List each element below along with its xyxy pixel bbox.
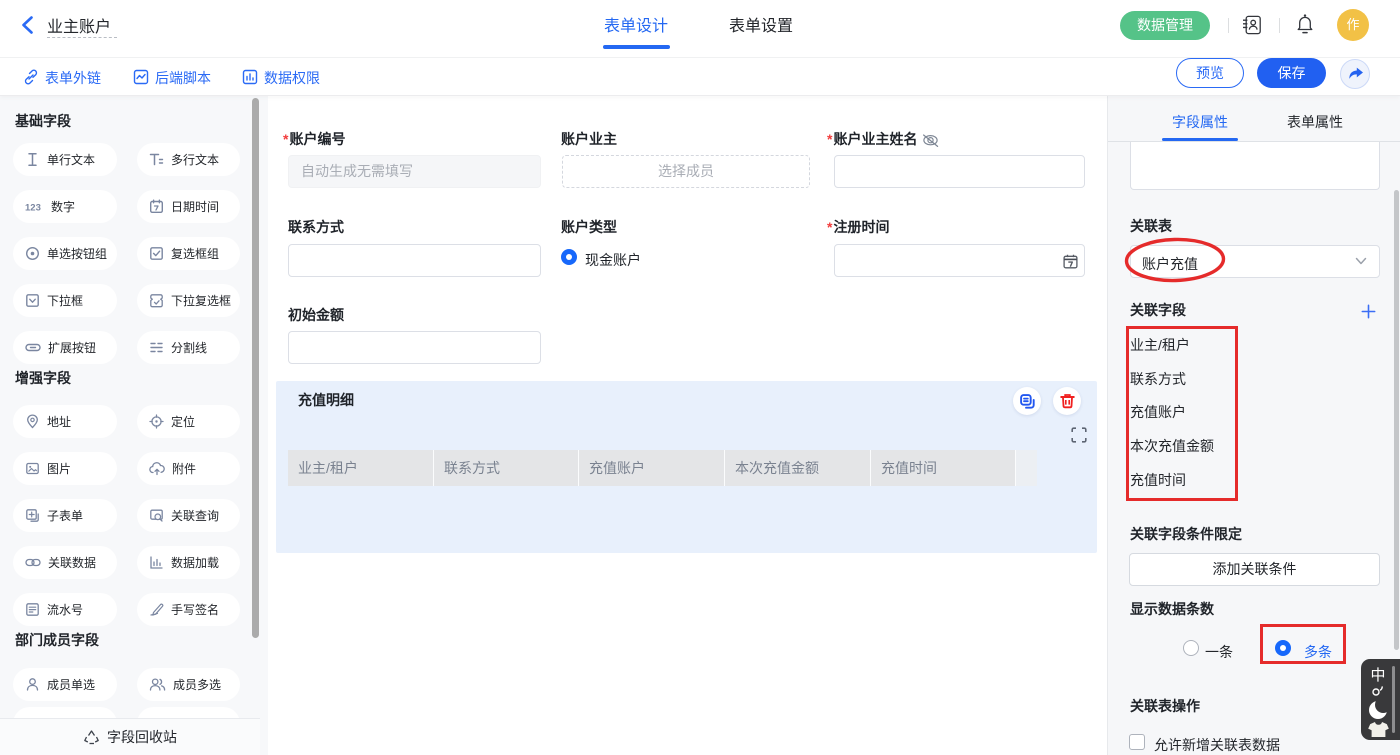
svg-text:123: 123 (25, 203, 41, 214)
